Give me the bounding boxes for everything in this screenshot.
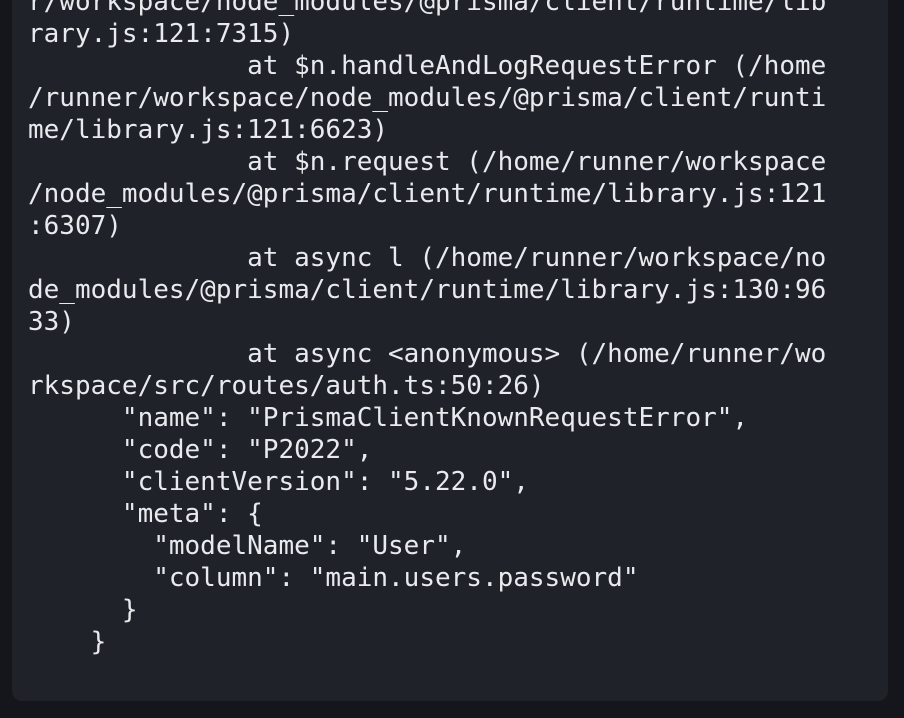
log-line: "meta": { [28, 499, 263, 529]
log-line: :6307) [28, 211, 122, 241]
log-line: r/workspace/node_modules/@prisma/client/… [28, 0, 827, 17]
log-line: "modelName": "User", [28, 531, 467, 561]
log-line: "clientVersion": "5.22.0", [28, 467, 529, 497]
log-line: "name": "PrismaClientKnownRequestError", [28, 403, 749, 433]
log-line: } [28, 595, 138, 625]
log-line: me/library.js:121:6623) [28, 115, 389, 145]
log-line: /node_modules/@prisma/client/runtime/lib… [28, 179, 827, 209]
log-line: } [28, 627, 107, 657]
log-line: de_modules/@prisma/client/runtime/librar… [28, 275, 827, 305]
log-line: at $n.request (/home/runner/workspace [28, 147, 827, 177]
log-line: at $n.handleAndLogRequestError (/home [28, 51, 827, 81]
page: r/workspace/node_modules/@prisma/client/… [0, 0, 904, 718]
log-line: rary.js:121:7315) [28, 19, 295, 49]
log-line: /runner/workspace/node_modules/@prisma/c… [28, 83, 827, 113]
log-line: at async l (/home/runner/workspace/no [28, 243, 827, 273]
log-line: rkspace/src/routes/auth.ts:50:26) [28, 371, 545, 401]
console-log-output[interactable]: r/workspace/node_modules/@prisma/client/… [28, 0, 878, 658]
log-line: at async <anonymous> (/home/runner/wo [28, 339, 827, 369]
log-line: "column": "main.users.password" [28, 563, 639, 593]
log-line: "code": "P2022", [28, 435, 373, 465]
console-log-panel[interactable]: r/workspace/node_modules/@prisma/client/… [12, 0, 888, 701]
log-line: 33) [28, 307, 75, 337]
